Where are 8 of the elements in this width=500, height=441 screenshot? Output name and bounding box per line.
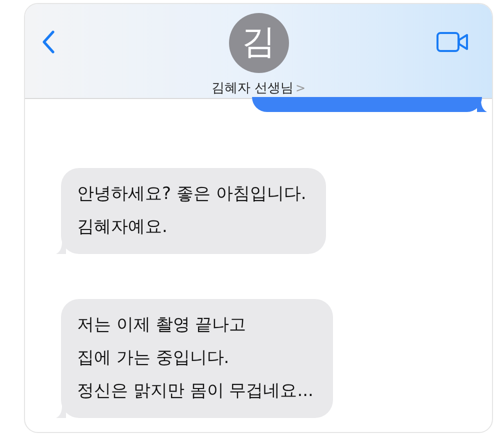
contact-details-chevron[interactable]: > bbox=[296, 79, 306, 98]
back-chevron-icon[interactable] bbox=[41, 30, 55, 54]
contact-name[interactable]: 김혜자 선생님 bbox=[211, 78, 294, 98]
contact-avatar[interactable]: 김 bbox=[228, 13, 288, 72]
video-camera-icon[interactable] bbox=[436, 31, 470, 53]
received-message-bubble: 안녕하세요? 좋은 아침입니다. 김혜자예요. bbox=[61, 168, 326, 254]
bubble-tail bbox=[477, 100, 487, 112]
received-message-bubble: 저는 이제 촬영 끝나고 집에 가는 중입니다. 정신은 맑지만 몸이 무겁네요... bbox=[61, 299, 334, 418]
